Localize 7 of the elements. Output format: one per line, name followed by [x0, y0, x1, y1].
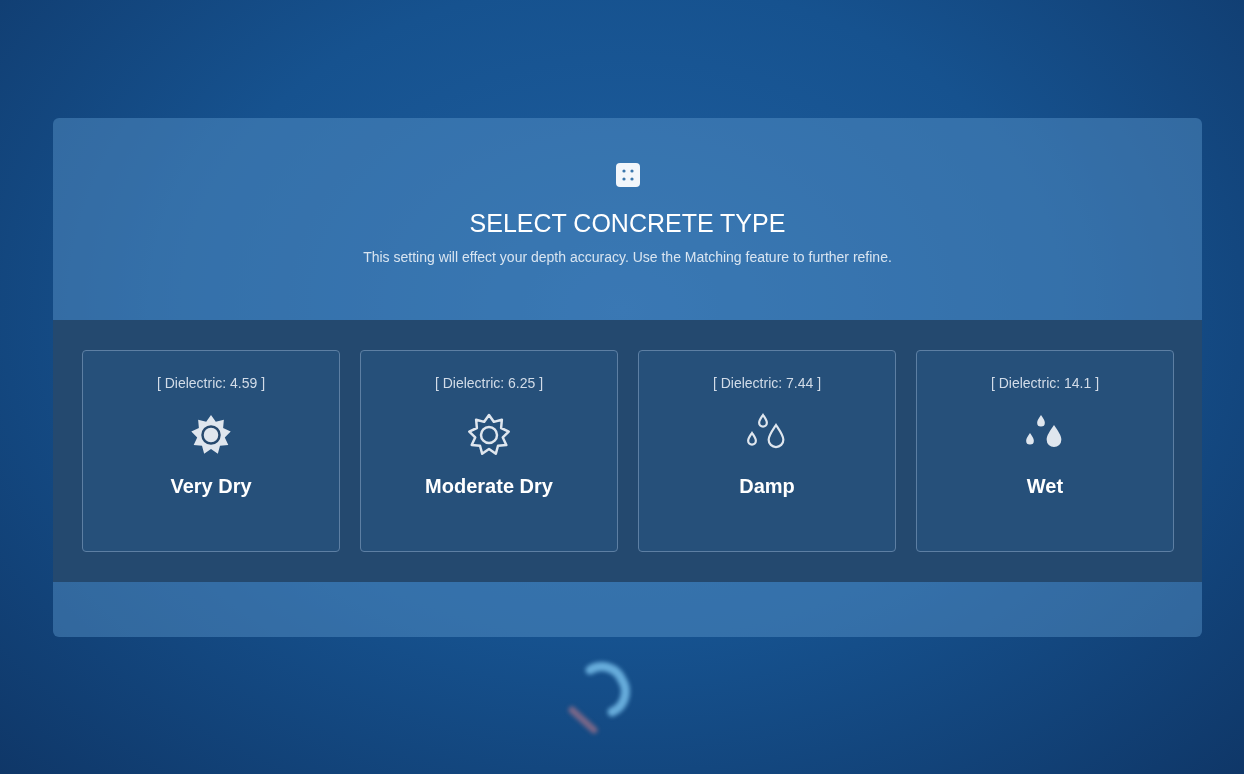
- concrete-type-option[interactable]: [ Dielectric: 14.1 ] Wet: [916, 350, 1174, 552]
- concrete-type-option[interactable]: [ Dielectric: 4.59 ] Very Dry: [82, 350, 340, 552]
- dialog-title: SELECT CONCRETE TYPE: [469, 209, 786, 238]
- concrete-type-option[interactable]: [ Dielectric: 7.44 ] Damp: [638, 350, 896, 552]
- dialog-subtitle: This setting will effect your depth accuracy. Use the Matching feature to further refine.: [363, 249, 892, 265]
- dice-icon: [615, 163, 640, 187]
- concrete-type-option[interactable]: [ Dielectric: 6.25 ] Moderate Dry: [360, 350, 618, 552]
